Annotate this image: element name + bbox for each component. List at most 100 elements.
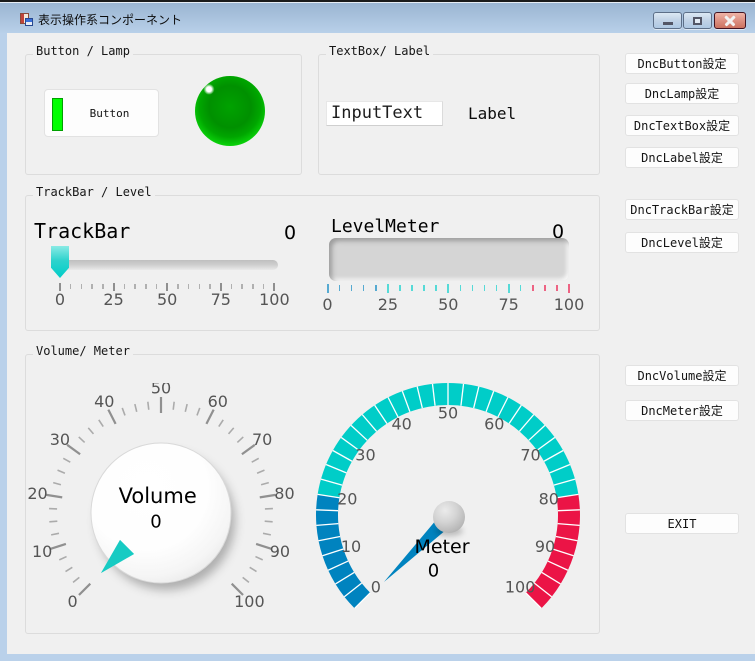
meter-title: Meter [414,536,469,558]
gauge-text: 70 [520,446,540,465]
gauge-text: 50 [438,404,458,423]
button-control[interactable]: Button [44,89,159,137]
group-button-lamp-label: Button / Lamp [33,44,133,58]
dnc-button-settings-button[interactable]: DncButton設定 [625,53,739,74]
gauge-text: 10 [341,537,361,556]
button-led-indicator [52,98,63,131]
gauge-text: 100 [234,592,265,611]
lamp-indicator [195,76,265,146]
dnc-meter-settings-button[interactable]: DncMeter設定 [625,400,739,421]
scale-tick [484,285,486,291]
scale-tick [102,284,104,289]
gauge-text: 40 [94,392,114,411]
scale-tick [81,284,83,289]
gauge-text: 100 [505,578,536,597]
scale-tick [496,285,498,291]
dnc-trackbar-settings-button[interactable]: DncTrackBar設定 [625,199,739,220]
close-button[interactable] [714,12,746,29]
levelmeter-ticks [328,284,570,294]
maximize-icon [693,17,702,25]
gauge-text: 0 [68,592,78,611]
volume-knob[interactable]: 0102030405060708090100Volume0 [21,383,301,653]
group-volume-meter-label: Volume/ Meter [33,344,133,358]
scale-tick [199,284,201,289]
group-volume-meter: Volume/ Meter 0102030405060708090100Volu… [25,354,600,634]
scale-number: 75 [487,296,531,313]
scale-tick [145,284,147,289]
scale-number: 75 [199,291,243,308]
gauge-text: 20 [27,484,47,503]
scale-tick [70,284,72,289]
trackbar-scale-labels: 0255075100 [60,291,275,309]
scale-tick [532,285,534,291]
close-icon [725,15,736,26]
scale-tick [520,285,522,291]
scale-tick [399,285,401,291]
scale-tick [339,285,341,291]
gauge-text: 90 [535,537,555,556]
titlebar: 表示操作系コンポーネント [0,0,755,33]
group-textbox-label: TextBox/ Label InputText Label [318,54,600,175]
scale-tick [375,285,377,291]
scale-tick [423,285,425,291]
volume-knob-graphic: 0102030405060708090100Volume0 [21,383,301,653]
scale-number: 25 [366,296,410,313]
app-icon [20,13,33,26]
static-label: Label [468,104,516,123]
gauge-text: 60 [484,415,504,434]
scale-tick [231,284,233,289]
button-control-label: Button [90,107,130,120]
dnc-textbox-settings-button[interactable]: DncTextBox設定 [625,115,739,136]
gauge-text: 20 [337,490,357,509]
dnc-label-settings-button[interactable]: DncLabel設定 [625,147,739,168]
scale-tick [363,285,365,291]
dnc-lamp-settings-button[interactable]: DncLamp設定 [625,83,739,104]
scale-tick [241,284,243,289]
minimize-icon [663,22,673,25]
group-trackbar-level-label: TrackBar / Level [33,185,155,199]
scale-tick [124,284,126,289]
group-textbox-label-label: TextBox/ Label [326,44,433,58]
meter-gauge: 0102030405060708090100Meter0 [301,379,595,659]
scale-number: 100 [252,291,296,308]
gauge-text: 80 [539,490,559,509]
scale-tick [351,285,353,291]
scale-tick [435,285,437,291]
scale-number: 100 [547,296,591,313]
gauge-text: 60 [208,392,228,411]
trackbar-title: TrackBar [34,221,130,241]
scale-tick [263,284,265,289]
gauge-text: 50 [151,383,171,398]
dnc-level-settings-button[interactable]: DncLevel設定 [625,232,739,253]
trackbar-thumb[interactable] [51,246,69,278]
scale-number: 25 [92,291,136,308]
input-textbox[interactable]: InputText [326,101,443,126]
client-area: Button / Lamp Button TextBox/ Label Inpu… [7,33,755,654]
scale-number: 0 [38,291,82,308]
scale-number: 0 [306,296,350,313]
minimize-button[interactable] [653,12,682,29]
exit-button[interactable]: EXIT [625,513,739,534]
scale-tick [544,285,546,291]
trackbar-track[interactable] [56,260,278,270]
scale-tick [508,284,510,293]
gauge-text: 70 [252,430,272,449]
trackbar-value: 0 [278,222,302,244]
scale-number: 50 [426,296,470,313]
gauge-text: 30 [50,430,70,449]
maximize-button[interactable] [683,12,712,29]
scale-tick [472,285,474,291]
scale-tick [209,284,211,289]
scale-tick [568,284,570,293]
scale-tick [156,284,158,289]
scale-tick [177,284,179,289]
group-trackbar-level: TrackBar / Level TrackBar 0 0255075100 L… [25,195,600,331]
levelmeter-bar [329,238,569,281]
scale-tick [134,284,136,289]
meter-value: 0 [428,561,439,582]
gauge-text: 80 [274,484,294,503]
dnc-volume-settings-button[interactable]: DncVolume設定 [625,365,739,386]
window-title: 表示操作系コンポーネント [38,13,182,27]
scale-tick [327,284,329,293]
gauge-text: 90 [270,542,290,561]
